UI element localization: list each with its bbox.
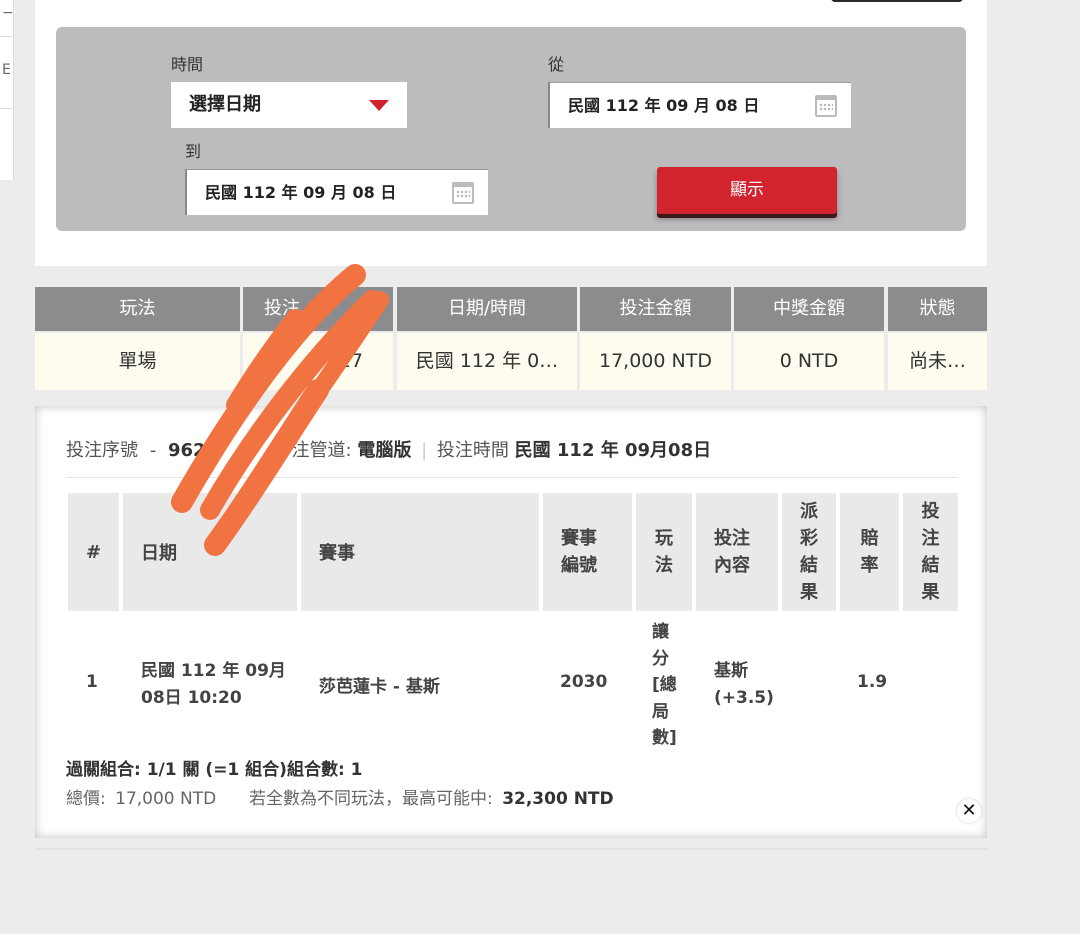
side-panel-edge: − E [0, 0, 14, 180]
detail-header-bet-result-char: 結 [921, 555, 940, 576]
col-header-bet-text: 投注 [264, 298, 300, 319]
serial-label: 投注序號 [66, 440, 138, 461]
detail-header-bet-result-char: 投 [921, 501, 940, 522]
col-header-play: 玩法 [35, 287, 240, 331]
total-summary: 總價: 17,000 NTD 若全數為不同玩法，最高可能中: 32,300 NT… [66, 784, 614, 809]
detail-row-date-line: 民國 112 年 09月 [141, 661, 286, 681]
bet-time-value: 民國 112 年 09月08日 [514, 440, 712, 461]
combo-summary: 過關組合: 1/1 關 (=1 組合)組合數: 1 [66, 760, 363, 780]
cell-bet[interactable]: 27 [243, 333, 393, 390]
detail-row-play: 讓 分 [總 局 數] [652, 619, 682, 752]
col-header-datetime: 日期/時間 [397, 287, 577, 331]
serial-value: 962 [167, 440, 206, 461]
divider [0, 36, 14, 37]
close-icon[interactable]: ✕ [957, 799, 981, 823]
time-label: 時間 [171, 55, 204, 74]
detail-header-bet-content-line: 投注 [714, 528, 750, 549]
detail-header-payout-char: 彩 [799, 528, 818, 549]
date-range-select-value: 選擇日期 [189, 94, 261, 115]
divider [35, 848, 987, 850]
detail-header-payout-char: 果 [799, 582, 818, 603]
side-glyph: E [2, 62, 11, 78]
detail-header-bet-result-char: 果 [921, 582, 940, 603]
detail-row-bet-line: (+3.5) [714, 688, 774, 708]
max-win-label: 若全數為不同玩法，最高可能中: [249, 789, 493, 809]
cell-datetime[interactable]: 民國 112 年 0… [397, 333, 577, 390]
detail-header-match-no-line: 編號 [561, 555, 597, 576]
detail-row-bet-line: 基斯 [714, 661, 748, 681]
from-label: 從 [548, 55, 565, 74]
detail-header-odds-char: 率 [860, 555, 879, 576]
to-label: 到 [185, 142, 202, 161]
detail-header-payout-result: 派 彩 結 果 [782, 493, 836, 611]
detail-row-date-line: 08日 10:20 [141, 688, 242, 708]
detail-row-match-no: 2030 [560, 672, 608, 692]
detail-header-payout-char: 結 [799, 555, 818, 576]
detail-header-play: 玩 法 [636, 493, 692, 611]
detail-header-bet-content-line: 內容 [714, 555, 750, 576]
detail-header-play-char: 法 [654, 555, 673, 576]
detail-header-payout-char: 派 [799, 501, 818, 522]
cell-status[interactable]: 尚未… [888, 333, 987, 390]
col-header-status: 狀態 [888, 287, 987, 331]
col-header-amount: 投注金額 [580, 287, 731, 331]
detail-row-play-char: 數] [652, 728, 677, 748]
detail-header-odds: 賠 率 [840, 493, 899, 611]
dropdown-arrow-icon [369, 100, 389, 111]
bet-time-label: 投注時間 [436, 440, 509, 461]
detail-header-bet-result: 投 注 結 果 [903, 493, 958, 611]
cell-play[interactable]: 單場 [35, 333, 240, 390]
channel-label: 注管道: [291, 440, 352, 461]
detail-header-match: 賽事 [301, 493, 539, 611]
divider [0, 108, 14, 109]
date-range-select[interactable]: 選擇日期 [171, 82, 407, 128]
detail-row-play-char: [總 [652, 675, 677, 695]
top-button-edge[interactable] [831, 0, 963, 2]
total-label: 總價: [66, 789, 106, 809]
side-glyph: − [2, 5, 14, 21]
detail-row-play-char: 分 [652, 648, 669, 669]
from-date-input[interactable]: 民國 112 年 09 月 08 日 [548, 82, 851, 128]
detail-row-odds: 1.9 [857, 672, 888, 692]
col-header-winnings: 中獎金額 [734, 287, 884, 331]
detail-header-date: 日期 [123, 493, 297, 611]
from-date-value: 民國 112 年 09 月 08 日 [568, 96, 760, 115]
detail-row-match: 莎芭蓮卡 - 基斯 [319, 677, 440, 697]
calendar-icon[interactable] [452, 182, 474, 204]
max-win-value: 32,300 NTD [502, 789, 614, 809]
detail-row-num: 1 [86, 672, 98, 692]
serial-tail: 7 [249, 440, 263, 461]
col-header-bet: 投注 [243, 287, 393, 331]
to-date-value: 民國 112 年 09 月 08 日 [205, 183, 397, 202]
detail-header-match-no: 賽事 編號 [543, 493, 632, 611]
detail-row-play-char: 局 [652, 701, 669, 722]
detail-header-odds-char: 賠 [860, 528, 879, 549]
detail-header-match-no-line: 賽事 [561, 528, 597, 549]
detail-row-play-char: 讓 [652, 622, 669, 642]
detail-header-bet-result-char: 注 [921, 528, 940, 549]
cell-amount[interactable]: 17,000 NTD [580, 333, 731, 390]
detail-row-date: 民國 112 年 09月 08日 10:20 [141, 658, 286, 712]
bet-meta: 投注序號 - 962 7 注管道: 電腦版 | 投注時間 民國 112 年 09月… [66, 440, 712, 461]
to-date-input[interactable]: 民國 112 年 09 月 08 日 [185, 169, 488, 215]
detail-header-play-char: 玩 [654, 528, 673, 549]
divider [66, 477, 958, 478]
channel-value: 電腦版 [357, 440, 412, 461]
cell-winnings[interactable]: 0 NTD [734, 333, 884, 390]
show-button[interactable]: 顯示 [657, 167, 837, 214]
detail-row-bet-content: 基斯 (+3.5) [714, 658, 774, 712]
total-value: 17,000 NTD [115, 789, 217, 809]
calendar-icon[interactable] [815, 95, 837, 117]
detail-header-num: # [68, 493, 119, 611]
detail-header-bet-content: 投注 內容 [696, 493, 778, 611]
